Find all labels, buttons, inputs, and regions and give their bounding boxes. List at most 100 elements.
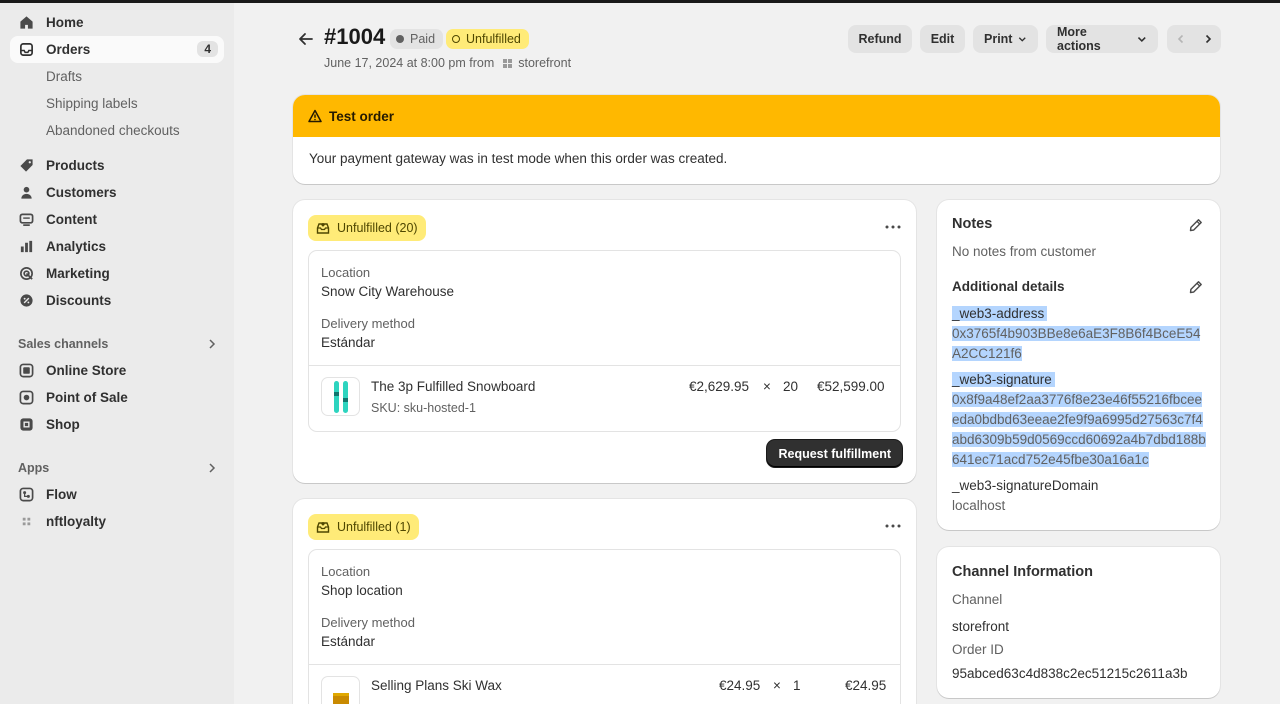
status-ring-icon	[452, 35, 460, 43]
multiply-sign: ×	[773, 678, 781, 693]
refund-button[interactable]: Refund	[848, 25, 912, 53]
fulfillment-details: Location Snow City Warehouse Delivery me…	[308, 250, 901, 432]
ski-wax-image	[332, 692, 349, 704]
delivery-method-label: Delivery method	[321, 316, 415, 331]
sidebar-item-online-store[interactable]: Online Store	[10, 357, 224, 384]
more-actions-label: More actions	[1057, 25, 1101, 53]
channel-information-title: Channel Information	[952, 564, 1093, 580]
channel-label: Channel	[952, 592, 1003, 607]
sidebar-item-nftloyalty[interactable]: nftloyalty	[10, 508, 224, 535]
detail-value: 0x3765f4b903BBe8e6aE3F8B6f4BceE54A2CC121…	[952, 324, 1208, 364]
sidebar-item-label: Customers	[46, 185, 117, 200]
back-arrow-icon[interactable]	[296, 29, 316, 49]
sidebar-item-label: Orders	[46, 42, 91, 57]
sidebar-item-home[interactable]: Home	[10, 9, 224, 36]
multiply-sign: ×	[763, 379, 771, 394]
sidebar-item-point-of-sale[interactable]: Point of Sale	[10, 384, 224, 411]
edit-details-pencil-icon[interactable]	[1189, 280, 1203, 294]
channel-information-card: Channel Information Channel storefront O…	[937, 547, 1220, 698]
product-thumbnail[interactable]	[321, 377, 360, 416]
warning-icon	[308, 109, 322, 123]
divider	[309, 365, 900, 366]
sidebar-subitem-shipping-labels[interactable]: Shipping labels	[10, 90, 224, 117]
payment-status-badge: Paid	[390, 29, 444, 49]
home-icon	[18, 15, 34, 31]
product-quantity: 20	[783, 379, 799, 394]
detail-value-text: 0x8f9a48ef2aa3776f8e23e46f55216fbceeeda0…	[952, 392, 1206, 467]
sidebar-item-products[interactable]: Products	[10, 152, 224, 179]
apps-section[interactable]: Apps	[10, 454, 224, 481]
fulfillment-card: Unfulfilled (1) Location Shop location D…	[293, 499, 916, 704]
order-date: June 17, 2024 at 8:00 pm from	[324, 56, 495, 70]
chevron-right-icon	[209, 462, 216, 473]
sidebar-item-analytics[interactable]: Analytics	[10, 233, 224, 260]
divider	[309, 664, 900, 665]
sidebar-item-flow[interactable]: Flow	[10, 481, 224, 508]
chevron-right-icon	[1205, 34, 1211, 44]
content-icon	[18, 212, 34, 228]
tag-icon	[18, 158, 34, 174]
fulfillment-status-badge: Unfulfilled	[446, 29, 529, 49]
sidebar-item-label: nftloyalty	[46, 514, 107, 529]
shop-icon	[18, 417, 34, 433]
detail-value-text: 0x3765f4b903BBe8e6aE3F8B6f4BceE54A2CC121…	[952, 326, 1201, 361]
sidebar-item-label: Online Store	[46, 363, 127, 378]
section-title: Apps	[18, 460, 50, 475]
sidebar-item-label: Point of Sale	[46, 390, 128, 405]
sidebar-item-orders[interactable]: Orders 4	[10, 36, 224, 63]
delivery-method-value: Estándar	[321, 335, 376, 350]
edit-notes-pencil-icon[interactable]	[1189, 218, 1203, 232]
chevron-right-icon	[209, 338, 216, 349]
sidebar-item-label: Products	[46, 158, 105, 173]
order-id-value: 95abced63c4d838c2ec51215c2611a3b	[952, 666, 1188, 681]
product-price: €2,629.95	[689, 379, 750, 394]
location-label: Location	[321, 564, 371, 579]
discount-icon	[18, 293, 34, 309]
fulfillment-box-icon	[316, 223, 330, 234]
request-fulfillment-button[interactable]: Request fulfillment	[767, 440, 902, 467]
sidebar-item-label: Content	[46, 212, 97, 227]
product-quantity: 1	[793, 678, 801, 693]
sidebar-item-marketing[interactable]: Marketing	[10, 260, 224, 287]
sidebar-item-customers[interactable]: Customers	[10, 179, 224, 206]
orders-count-badge: 4	[197, 41, 218, 57]
page-title: #1004	[324, 24, 386, 49]
badge-label: Unfulfilled (1)	[337, 520, 411, 534]
product-name[interactable]: The 3p Fulfilled Snowboard	[371, 379, 535, 394]
sidebar-item-shop[interactable]: Shop	[10, 411, 224, 438]
more-actions-button[interactable]: More actions	[1046, 25, 1158, 53]
delivery-method-value: Estándar	[321, 634, 376, 649]
sidebar: Home Orders 4 Drafts Shipping labels Aba…	[0, 3, 234, 704]
app-grid-icon	[18, 514, 34, 530]
product-thumbnail[interactable]	[321, 676, 360, 704]
print-button[interactable]: Print	[973, 25, 1038, 53]
flow-icon	[18, 487, 34, 503]
delivery-method-label: Delivery method	[321, 615, 415, 630]
sidebar-subitem-drafts[interactable]: Drafts	[10, 63, 224, 90]
sidebar-item-discounts[interactable]: Discounts	[10, 287, 224, 314]
channel-value: storefront	[952, 619, 1010, 634]
detail-key: _web3-signature	[952, 372, 1055, 387]
sales-channels-section[interactable]: Sales channels	[10, 330, 224, 357]
more-options-icon[interactable]	[884, 517, 902, 535]
next-order-button[interactable]	[1194, 25, 1221, 53]
product-sku: SKU: sku-hosted-1	[371, 401, 476, 415]
product-name[interactable]: Selling Plans Ski Wax	[371, 678, 502, 693]
sidebar-item-label: Discounts	[46, 293, 112, 308]
edit-button[interactable]: Edit	[920, 25, 965, 53]
sidebar-item-content[interactable]: Content	[10, 206, 224, 233]
chevron-left-icon	[1177, 34, 1183, 44]
sidebar-subitem-abandoned-checkouts[interactable]: Abandoned checkouts	[10, 117, 224, 144]
more-options-icon[interactable]	[884, 218, 902, 236]
print-button-label: Print	[984, 32, 1013, 46]
banner-title: Test order	[329, 108, 395, 124]
fulfillment-details: Location Shop location Delivery method E…	[308, 549, 901, 704]
previous-order-button[interactable]	[1167, 25, 1194, 53]
sidebar-item-label: Shop	[46, 417, 80, 432]
banner-header: Test order	[293, 95, 1220, 137]
target-icon	[18, 266, 34, 282]
additional-details-title: Additional details	[952, 279, 1065, 294]
sidebar-item-label: Home	[46, 15, 84, 30]
detail-value: 0x8f9a48ef2aa3776f8e23e46f55216fbceeeda0…	[952, 390, 1208, 470]
detail-key: _web3-signatureDomain	[952, 478, 1099, 493]
